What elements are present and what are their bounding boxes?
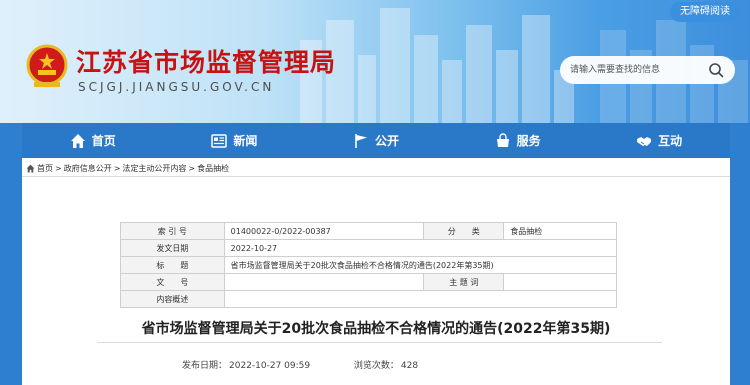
nav-item-label: 首页 — [91, 134, 116, 148]
publish-date-label: 发布日期： — [182, 361, 228, 371]
header-banner: 无障碍阅读 江苏省市场监督管理局 SCJGJ.JIANGSU.GOV.CN — [0, 0, 750, 123]
docno-label: 文 号 — [120, 273, 225, 291]
accessibility-button[interactable]: 无障碍阅读 — [670, 2, 740, 22]
breadcrumb-link-food-inspection[interactable]: 食品抽检 — [197, 163, 229, 174]
category-label: 分 类 — [423, 222, 505, 240]
table-row: 索 引 号 01400022-0/2022-00387 分 类 食品抽检 — [120, 222, 617, 240]
title-value: 省市场监督管理局关于20批次食品抽检不合格情况的通告(2022年第35期) — [223, 256, 618, 274]
service-icon — [496, 132, 509, 147]
summary-label: 内容概述 — [120, 290, 225, 308]
breadcrumb-link-statutory[interactable]: 法定主动公开内容 — [122, 163, 186, 174]
breadcrumb-link-home[interactable]: 首页 — [37, 163, 53, 174]
nav-item-label: 公开 — [374, 134, 399, 148]
search-box — [560, 56, 735, 84]
nav-item-public[interactable]: 公开 — [305, 123, 447, 158]
home-icon — [70, 133, 85, 148]
site-domain: SCJGJ.JIANGSU.GOV.CN — [78, 80, 275, 94]
breadcrumb-link-gov-info[interactable]: 政府信息公开 — [64, 163, 112, 174]
breadcrumb-separator: > — [55, 164, 62, 173]
search-icon[interactable] — [708, 62, 724, 78]
subject-value — [503, 273, 617, 291]
category-value: 食品抽检 — [503, 222, 617, 240]
nav-item-service[interactable]: 服务 — [447, 123, 589, 158]
table-row: 内容概述 — [120, 290, 618, 308]
nav-item-label: 新闻 — [233, 134, 258, 148]
home-icon — [26, 164, 35, 173]
nav-item-label: 服务 — [516, 134, 541, 148]
nav-item-news[interactable]: 新闻 — [164, 123, 306, 158]
docno-value — [223, 273, 425, 291]
table-row: 文 号 主 题 词 — [120, 273, 617, 291]
flag-icon — [355, 133, 367, 148]
title-label: 标 题 — [120, 256, 225, 274]
date-label: 发文日期 — [120, 239, 225, 257]
subject-label: 主 题 词 — [423, 273, 505, 291]
publish-date-value: 2022-10-27 09:59 — [229, 361, 311, 371]
index-value: 01400022-0/2022-00387 — [223, 222, 425, 240]
date-value: 2022-10-27 — [223, 239, 618, 257]
main-navigation: 首页 新闻 公开 服务 互动 — [22, 123, 730, 158]
breadcrumb-separator: > — [188, 164, 196, 173]
site-title: 江苏省市场监督管理局 — [76, 48, 337, 77]
handshake-icon — [637, 136, 652, 146]
national-emblem-icon — [26, 44, 68, 87]
table-row: 发文日期 2022-10-27 — [120, 239, 618, 257]
search-input[interactable] — [570, 56, 705, 84]
breadcrumb: 首页 > 政府信息公开 > 法定主动公开内容 > 食品抽检 — [26, 163, 229, 174]
views-label: 浏览次数： — [353, 361, 399, 371]
news-icon — [211, 133, 228, 148]
nav-item-interaction[interactable]: 互动 — [588, 123, 730, 158]
index-label: 索 引 号 — [120, 222, 225, 240]
main-content: 首页 > 政府信息公开 > 法定主动公开内容 > 食品抽检 索 引 号 0140… — [22, 158, 730, 385]
summary-value — [223, 290, 618, 308]
breadcrumb-separator: > — [113, 164, 121, 173]
publish-info: 发布日期： 2022-10-27 09:59 浏览次数： 428 — [182, 358, 420, 371]
nav-item-label: 互动 — [658, 134, 683, 148]
table-row: 标 题 省市场监督管理局关于20批次食品抽检不合格情况的通告(2022年第35期… — [120, 256, 618, 274]
nav-item-home[interactable]: 首页 — [22, 123, 164, 158]
article-title: 省市场监督管理局关于20批次食品抽检不合格情况的通告(2022年第35期) — [141, 321, 611, 337]
document-meta-table: 索 引 号 01400022-0/2022-00387 分 类 食品抽检 发文日… — [120, 222, 618, 308]
views-count: 428 — [400, 361, 419, 371]
breadcrumb-divider — [22, 176, 730, 177]
title-divider — [97, 342, 662, 343]
